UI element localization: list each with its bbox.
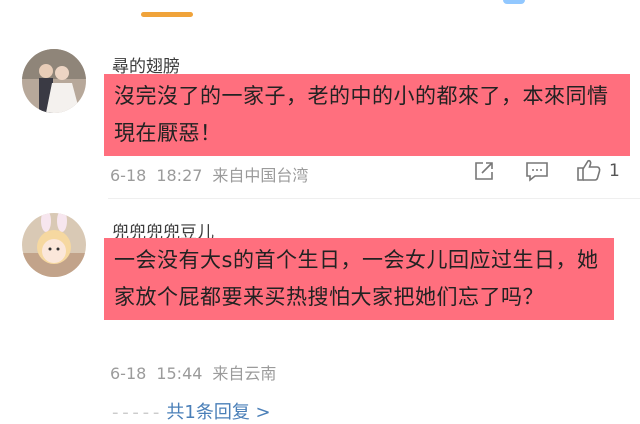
like-count: 1 — [609, 161, 620, 181]
share-icon — [475, 162, 493, 180]
view-replies-link[interactable]: - - - - - 共1条回复 > — [112, 398, 271, 424]
comment-text: 一会没有大s的首个生日，一会女儿回应过生日，她家放个屁都要来买热搜怕大家把她们忘… — [104, 238, 614, 320]
comment-time: 18:27 — [156, 166, 203, 185]
share-button[interactable] — [473, 160, 495, 186]
divider — [108, 198, 640, 199]
comment-item: 兜兜兜兜豆儿 一会没有大s的首个生日，一会女儿回应过生日，她家放个屁都要来买热搜… — [0, 200, 640, 400]
avatar[interactable] — [22, 213, 86, 277]
comment-meta: 6-18 15:44 来自云南 — [110, 360, 286, 384]
thumbs-up-icon — [577, 159, 601, 181]
comment-date: 6-18 — [110, 166, 147, 185]
comment-date: 6-18 — [110, 364, 147, 383]
comment-location: 来自云南 — [212, 364, 277, 383]
like-button[interactable] — [576, 158, 602, 186]
comment-time: 15:44 — [156, 364, 203, 383]
replies-dash: - - - - - — [112, 402, 159, 423]
comment-text: 沒完沒了的一家子，老的中的小的都來了，本來同情現在厭惡！ — [104, 74, 630, 156]
comment-button[interactable] — [525, 160, 549, 186]
replies-label: 共1条回复 > — [166, 402, 271, 423]
comment-meta: 6-18 18:27 来自中国台湾 — [110, 162, 318, 186]
avatar[interactable] — [22, 49, 86, 113]
comment-location: 来自中国台湾 — [212, 166, 309, 185]
comment-icon — [526, 162, 548, 182]
comment-item: 尋的翅膀 沒完沒了的一家子，老的中的小的都來了，本來同情現在厭惡！ 6-18 18… — [0, 0, 640, 200]
